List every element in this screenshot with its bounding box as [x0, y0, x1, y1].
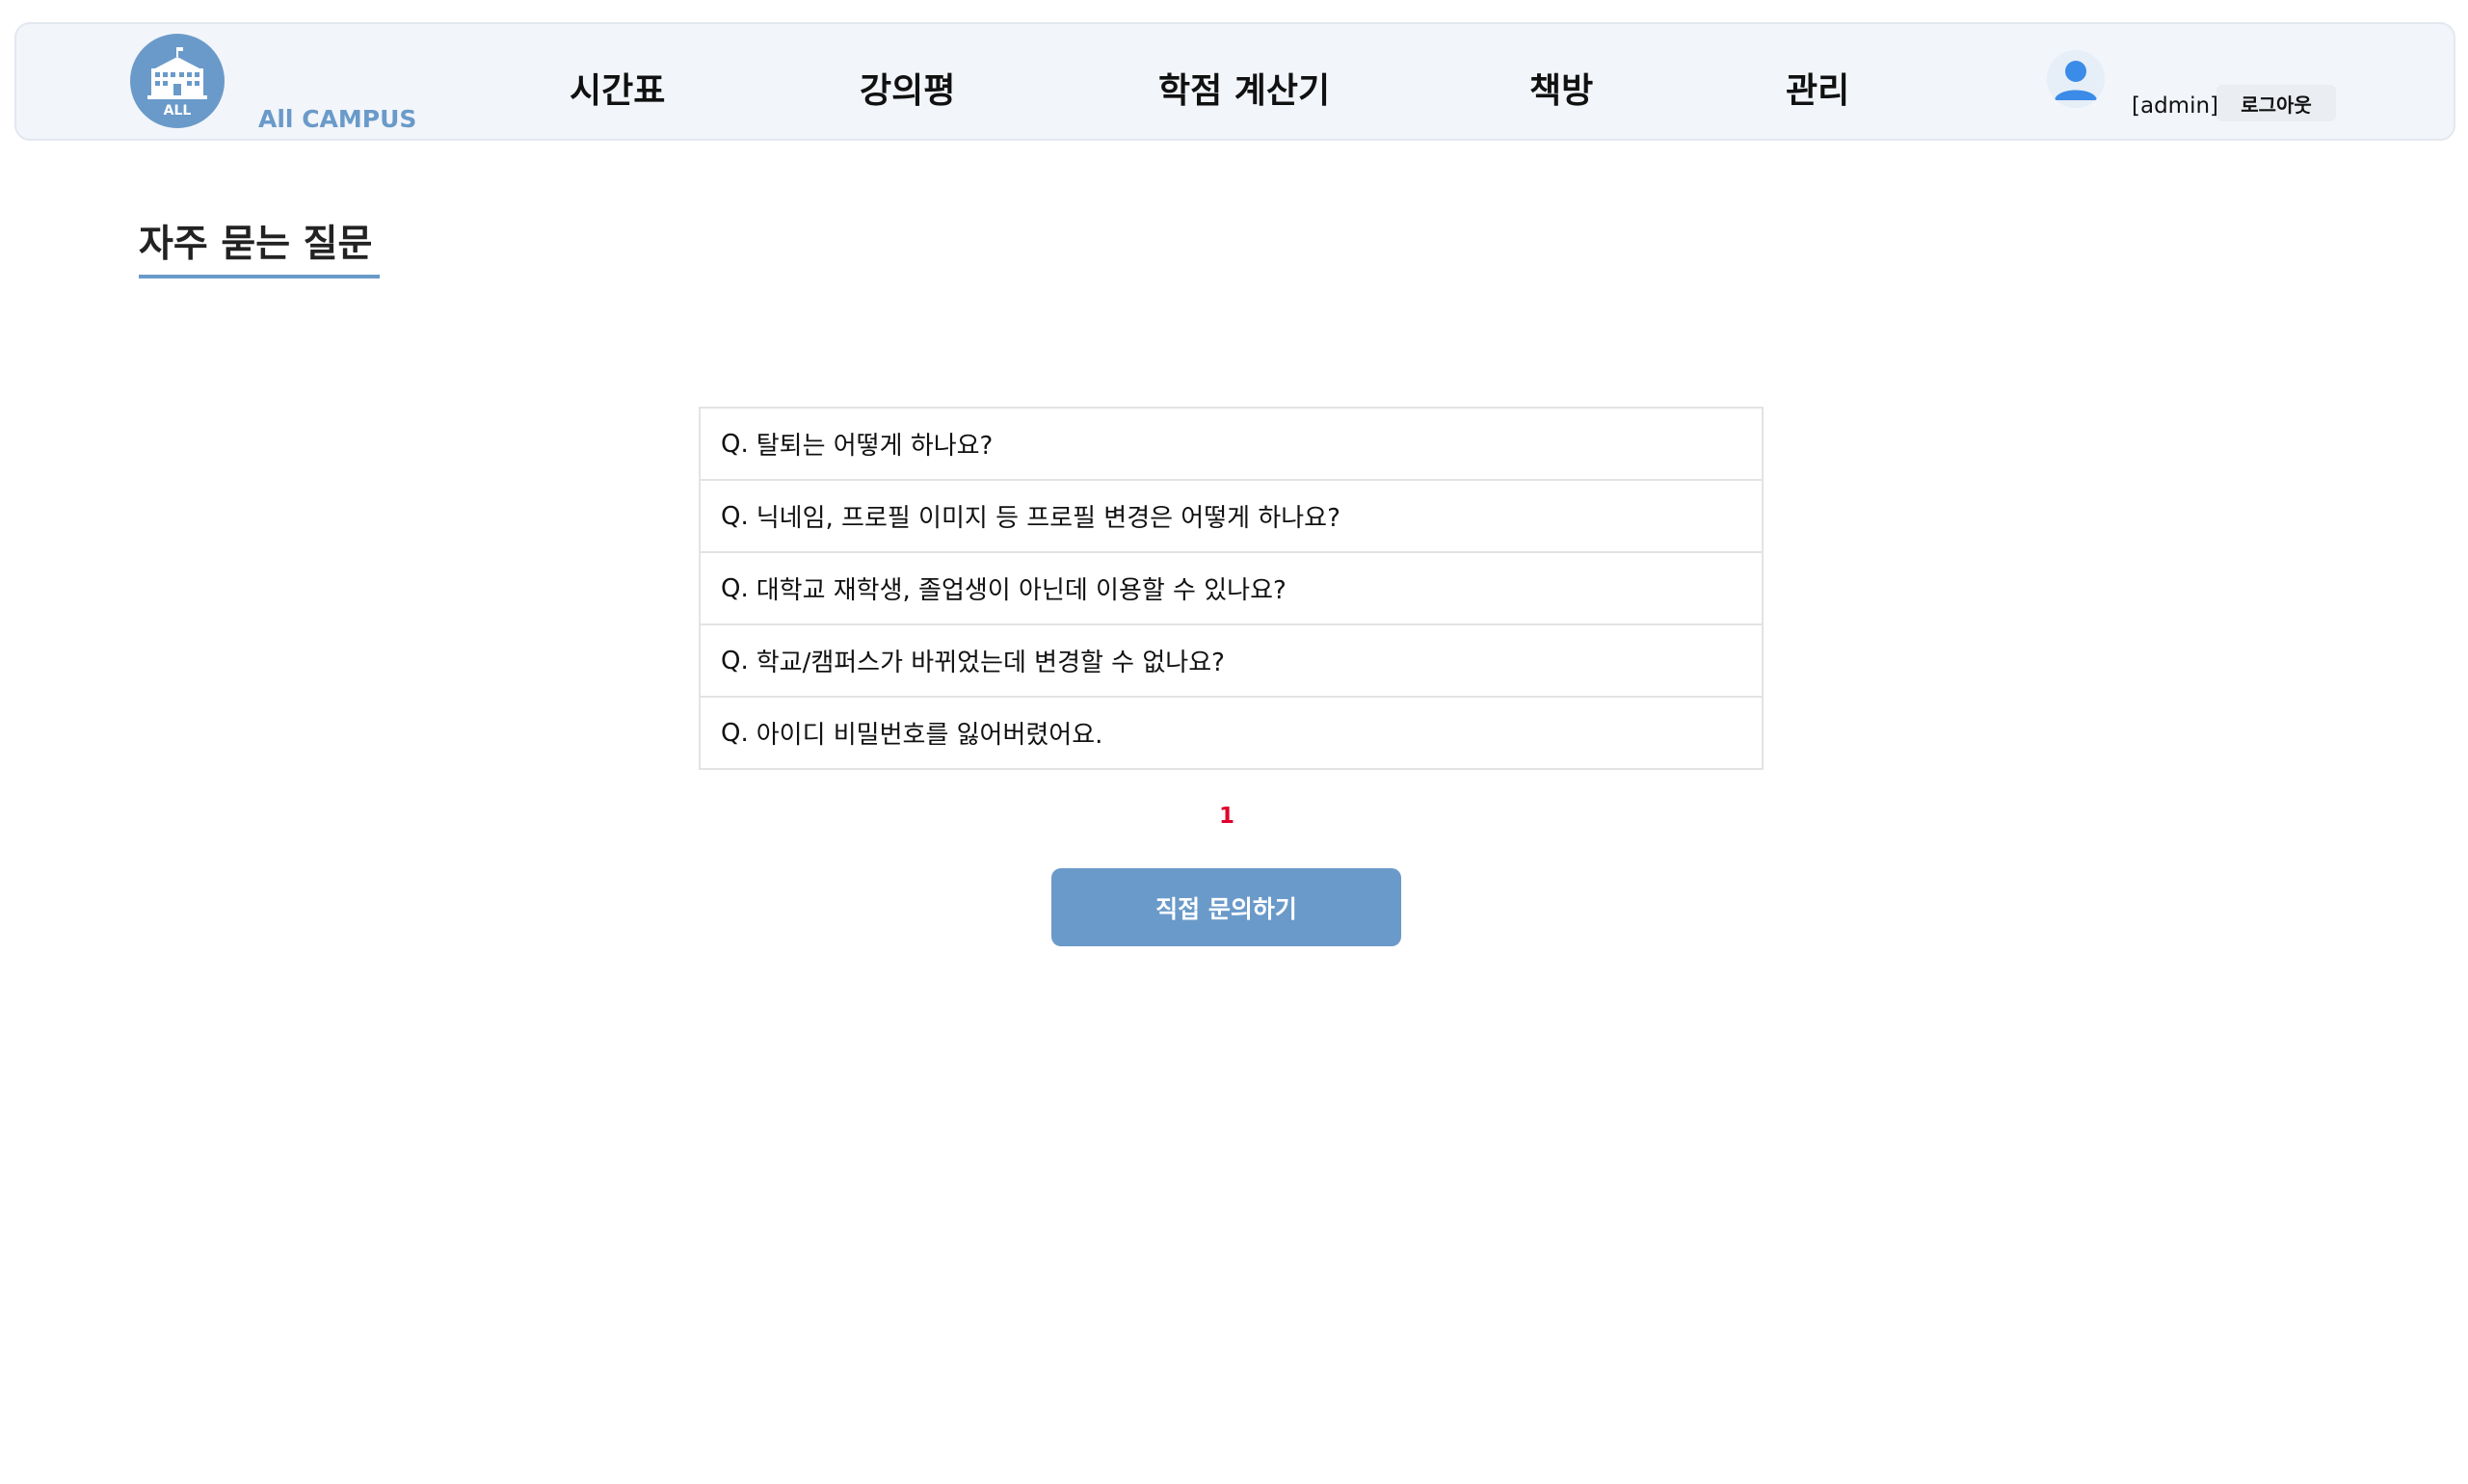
faq-question: 닉네임, 프로필 이미지 등 프로필 변경은 어떻게 하나요? — [756, 504, 1340, 533]
faq-item[interactable]: Q. 닉네임, 프로필 이미지 등 프로필 변경은 어떻게 하나요? — [701, 481, 1762, 553]
logout-button[interactable]: 로그아웃 — [2216, 85, 2336, 121]
nav-timetable[interactable]: 시간표 — [570, 63, 665, 113]
faq-question: 탈퇴는 어떻게 하나요? — [756, 432, 994, 461]
school-building-icon[interactable]: ALL — [130, 34, 225, 128]
nav-admin[interactable]: 관리 — [1786, 63, 1849, 113]
faq-item[interactable]: Q. 탈퇴는 어떻게 하나요? — [701, 409, 1762, 481]
faq-item[interactable]: Q. 대학교 재학생, 졸업생이 아닌데 이용할 수 있나요? — [701, 553, 1762, 625]
faq-prefix: Q. — [721, 501, 749, 531]
nav-bookstore[interactable]: 책방 — [1529, 63, 1593, 113]
faq-list: Q. 탈퇴는 어떻게 하나요? Q. 닉네임, 프로필 이미지 등 프로필 변경… — [699, 407, 1764, 770]
user-name-label: [admin] — [2132, 93, 2219, 119]
faq-prefix: Q. — [721, 718, 749, 748]
title-underline — [139, 275, 380, 278]
nav-grade-calculator[interactable]: 학점 계산기 — [1158, 63, 1330, 113]
logo-badge-text: ALL — [163, 103, 192, 119]
faq-prefix: Q. — [721, 573, 749, 603]
faq-item[interactable]: Q. 학교/캠퍼스가 바뀌었는데 변경할 수 없나요? — [701, 625, 1762, 698]
brand-name[interactable]: All CAMPUS — [258, 105, 416, 133]
user-icon[interactable] — [2047, 50, 2105, 108]
faq-item[interactable]: Q. 아이디 비밀번호를 잃어버렸어요. — [701, 698, 1762, 768]
faq-question: 대학교 재학생, 졸업생이 아닌데 이용할 수 있나요? — [756, 576, 1287, 605]
nav-lecture-reviews[interactable]: 강의평 — [860, 63, 955, 113]
faq-question: 학교/캠퍼스가 바뀌었는데 변경할 수 없나요? — [756, 649, 1225, 677]
faq-prefix: Q. — [721, 646, 749, 676]
pagination-current-page[interactable]: 1 — [1217, 804, 1236, 829]
top-navigation-bar: ALL All CAMPUS 시간표 강의평 학점 계산기 책방 관리 [adm… — [14, 22, 2455, 141]
faq-question: 아이디 비밀번호를 잃어버렸어요. — [756, 721, 1103, 750]
contact-inquiry-button[interactable]: 직접 문의하기 — [1051, 868, 1401, 946]
page-title: 자주 묻는 질문 — [139, 223, 373, 266]
faq-prefix: Q. — [721, 429, 749, 459]
